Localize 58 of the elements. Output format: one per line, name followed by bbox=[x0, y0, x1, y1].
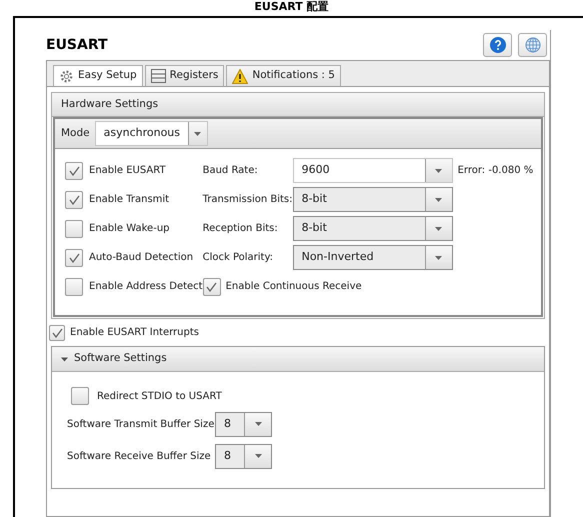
mode-label: Mode bbox=[61, 126, 90, 141]
checkbox[interactable] bbox=[65, 278, 83, 296]
checkbox-label: Enable Transmit bbox=[89, 193, 170, 207]
checkbox[interactable] bbox=[202, 278, 221, 296]
buffer-size-dropdown[interactable]: 8 bbox=[215, 444, 272, 468]
panel-title: EUSART bbox=[46, 36, 108, 54]
mode-dropdown[interactable]: asynchronous bbox=[94, 121, 208, 146]
field-dropdown[interactable]: 8-bit bbox=[292, 216, 453, 241]
buffer-size-dropdown[interactable]: 8 bbox=[215, 412, 272, 436]
gear-icon bbox=[59, 68, 74, 84]
error-note: Error: -0.080 % bbox=[458, 164, 534, 178]
tab[interactable]: Registers bbox=[144, 65, 224, 86]
list-icon bbox=[150, 69, 166, 83]
caret-icon bbox=[254, 422, 262, 426]
field-label: Software Transmit Buffer Size bbox=[67, 418, 215, 432]
caret-icon bbox=[435, 226, 442, 230]
help-icon bbox=[490, 37, 506, 53]
checkbox[interactable] bbox=[65, 162, 83, 180]
check-icon bbox=[68, 166, 80, 176]
caret-icon bbox=[435, 168, 442, 172]
caret-icon bbox=[435, 256, 442, 260]
field-label: Transmission Bits: bbox=[202, 193, 293, 207]
check-icon bbox=[52, 328, 62, 338]
checkbox-label: Enable Address Detect bbox=[89, 280, 203, 294]
field-label: Reception Bits: bbox=[202, 222, 279, 236]
checkbox[interactable] bbox=[71, 387, 89, 405]
checkbox[interactable] bbox=[65, 248, 83, 266]
field-dropdown[interactable]: Non-Inverted bbox=[292, 245, 453, 270]
caret-icon bbox=[435, 198, 442, 202]
checkbox-label: Enable Continuous Receive bbox=[226, 280, 362, 294]
globe-icon bbox=[524, 37, 540, 53]
tab[interactable]: Easy Setup bbox=[53, 65, 143, 86]
check-icon bbox=[68, 194, 80, 204]
tab[interactable]: Notifications : 5 bbox=[226, 65, 341, 86]
caption: EUSART 配置 bbox=[254, 0, 329, 13]
warning-icon bbox=[232, 68, 248, 84]
caret-icon bbox=[194, 132, 202, 136]
field-dropdown[interactable]: 8-bit bbox=[292, 187, 453, 212]
section-header[interactable]: Software Settings bbox=[52, 347, 544, 372]
checkbox-label: Enable EUSART Interrupts bbox=[70, 326, 199, 340]
checkbox[interactable] bbox=[65, 220, 83, 238]
checkbox-label: Redirect STDIO to USART bbox=[97, 390, 222, 404]
field-dropdown[interactable]: 9600 bbox=[292, 158, 453, 183]
field-label: Baud Rate: bbox=[202, 164, 259, 178]
caret-icon bbox=[61, 356, 68, 362]
section-title: Hardware Settings bbox=[61, 96, 158, 112]
caret-icon bbox=[254, 454, 262, 458]
check-icon bbox=[206, 282, 218, 292]
check-icon bbox=[68, 252, 80, 262]
checkbox[interactable] bbox=[65, 190, 83, 208]
checkbox-label: Enable EUSART bbox=[89, 164, 166, 178]
help-button[interactable] bbox=[483, 33, 512, 57]
field-label: Software Receive Buffer Size bbox=[67, 450, 212, 464]
checkbox[interactable] bbox=[49, 324, 65, 340]
field-label: Clock Polarity: bbox=[202, 251, 274, 265]
globe-button[interactable] bbox=[518, 33, 547, 57]
checkbox-label: Auto-Baud Detection bbox=[89, 251, 194, 265]
checkbox-label: Enable Wake-up bbox=[89, 222, 170, 236]
